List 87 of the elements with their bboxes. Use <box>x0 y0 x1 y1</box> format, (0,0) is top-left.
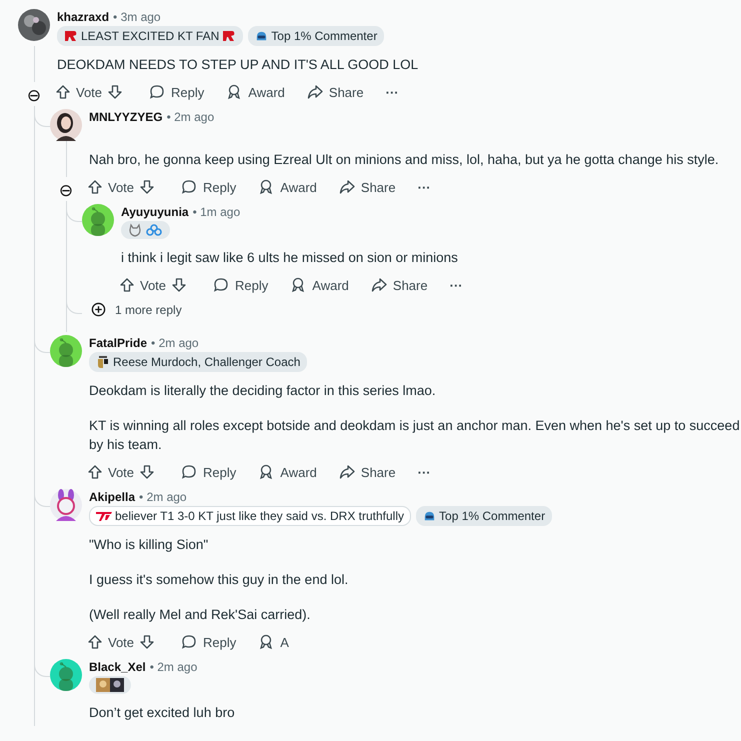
collapse-button[interactable]: ⊖ <box>58 181 74 201</box>
timestamp: • 2m ago <box>166 109 214 125</box>
share-icon <box>370 277 387 293</box>
helmet-icon <box>255 30 268 42</box>
award-button[interactable]: Award <box>252 175 323 199</box>
more-button[interactable]: ··· <box>412 460 437 484</box>
upvote-icon[interactable] <box>119 277 135 293</box>
vote-count: Vote <box>108 464 134 480</box>
comment-text: KT is winning all roles except botside and deokdam is just an anchor man. Even when he's set up to succeed by his team. <box>89 417 741 454</box>
reply-button[interactable]: Reply <box>175 175 242 199</box>
share-button[interactable]: Share <box>300 80 370 104</box>
avatar <box>18 9 50 41</box>
username[interactable]: FatalPride <box>89 335 148 351</box>
vote-count: Vote <box>76 84 102 100</box>
comment-icon <box>149 84 166 100</box>
flair-text: LEAST EXCITED KT FAN <box>81 28 220 44</box>
timestamp: • 2m ago <box>150 659 198 675</box>
timestamp: • 2m ago <box>139 489 187 505</box>
username[interactable]: Akipella <box>89 489 136 505</box>
comment-text: Nah bro, he gonna keep using Ezreal Ult on minions and miss, lol, haha, but ya he gotta change his style. <box>89 151 720 169</box>
mascot-icon <box>128 223 142 237</box>
username[interactable]: Black_Xel <box>89 659 146 675</box>
award-icon <box>258 634 274 650</box>
comment-icon <box>213 277 230 293</box>
award-button[interactable]: Award <box>284 273 355 297</box>
username[interactable]: khazraxd <box>57 9 110 25</box>
award-icon <box>290 277 306 293</box>
flair-text: believer T1 3-0 KT just like they said vs. DRX truthfully <box>115 508 404 524</box>
upvote-icon[interactable] <box>87 179 103 195</box>
reply-button[interactable]: Reply <box>143 80 210 104</box>
vote-count: Vote <box>108 634 134 650</box>
comment-text: i think i legit saw like 6 ults he missed on sion or minions <box>121 249 459 267</box>
award-icon <box>258 464 274 480</box>
vote-count: Vote <box>140 278 166 292</box>
timestamp: • 1m ago <box>192 204 240 220</box>
logo-icon <box>222 29 236 43</box>
upvote-icon[interactable] <box>55 84 71 100</box>
downvote-icon[interactable] <box>139 464 156 480</box>
reply-button[interactable]: Reply <box>207 273 274 297</box>
more-button[interactable]: ··· <box>444 274 469 296</box>
avatar <box>50 109 82 141</box>
flair-text: Top 1% Commenter <box>271 28 378 44</box>
flair-text: Reese Murdoch, Challenger Coach <box>113 354 300 370</box>
more-button[interactable]: ··· <box>412 176 437 198</box>
comment-text: Deokdam is literally the deciding factor in this series lmao. <box>89 382 437 400</box>
flair-text: Top 1% Commenter <box>439 508 546 524</box>
collapse-button[interactable]: ⊖ <box>26 86 42 106</box>
award-button[interactable]: A <box>252 630 295 654</box>
comment-text: I guess it's somehow this guy in the end lol. <box>89 571 350 589</box>
share-button[interactable]: Share <box>332 175 402 199</box>
more-replies-link[interactable]: 1 more reply <box>91 302 182 317</box>
comment-text: "Who is killing Sion" <box>89 536 210 554</box>
award-button[interactable]: Award <box>252 460 323 484</box>
award-icon <box>226 84 242 100</box>
share-icon <box>338 464 355 480</box>
share-icon <box>306 84 323 100</box>
award-icon <box>258 179 274 195</box>
comment-icon <box>181 179 198 195</box>
comment-text: (Well really Mel and Rek'Sai carried). <box>89 606 312 624</box>
vote-count: Vote <box>108 180 134 194</box>
username[interactable]: MNLYYZYEG <box>89 109 163 125</box>
share-button[interactable]: Share <box>332 460 402 484</box>
logo-icon <box>145 224 163 236</box>
logo-icon <box>96 355 110 369</box>
logo-icon <box>96 511 112 521</box>
comment-text: DEOKDAM NEEDS TO STEP UP AND IT'S ALL GOOD LOL <box>57 56 420 74</box>
timestamp: • 3m ago <box>113 9 161 25</box>
upvote-icon[interactable] <box>87 464 103 480</box>
upvote-icon[interactable] <box>87 634 103 650</box>
comment-icon <box>181 634 198 650</box>
username[interactable]: Ayuyuyunia <box>121 204 189 220</box>
downvote-icon[interactable] <box>171 277 188 293</box>
downvote-icon[interactable] <box>139 179 156 195</box>
reply-button[interactable]: Reply <box>175 630 242 654</box>
expand-icon <box>91 302 106 317</box>
downvote-icon[interactable] <box>139 634 156 650</box>
reply-button[interactable]: Reply <box>175 460 242 484</box>
more-button[interactable]: ··· <box>380 80 405 104</box>
timestamp: • 2m ago <box>151 335 199 351</box>
comment-text: Don’t get excited luh bro <box>89 704 236 722</box>
share-icon <box>338 179 355 195</box>
share-button[interactable]: Share <box>364 273 434 297</box>
award-button[interactable]: Award <box>220 80 291 104</box>
logo-icon <box>64 29 78 43</box>
helmet-icon <box>423 510 436 522</box>
comment-icon <box>181 464 198 480</box>
downvote-icon[interactable] <box>107 84 124 100</box>
